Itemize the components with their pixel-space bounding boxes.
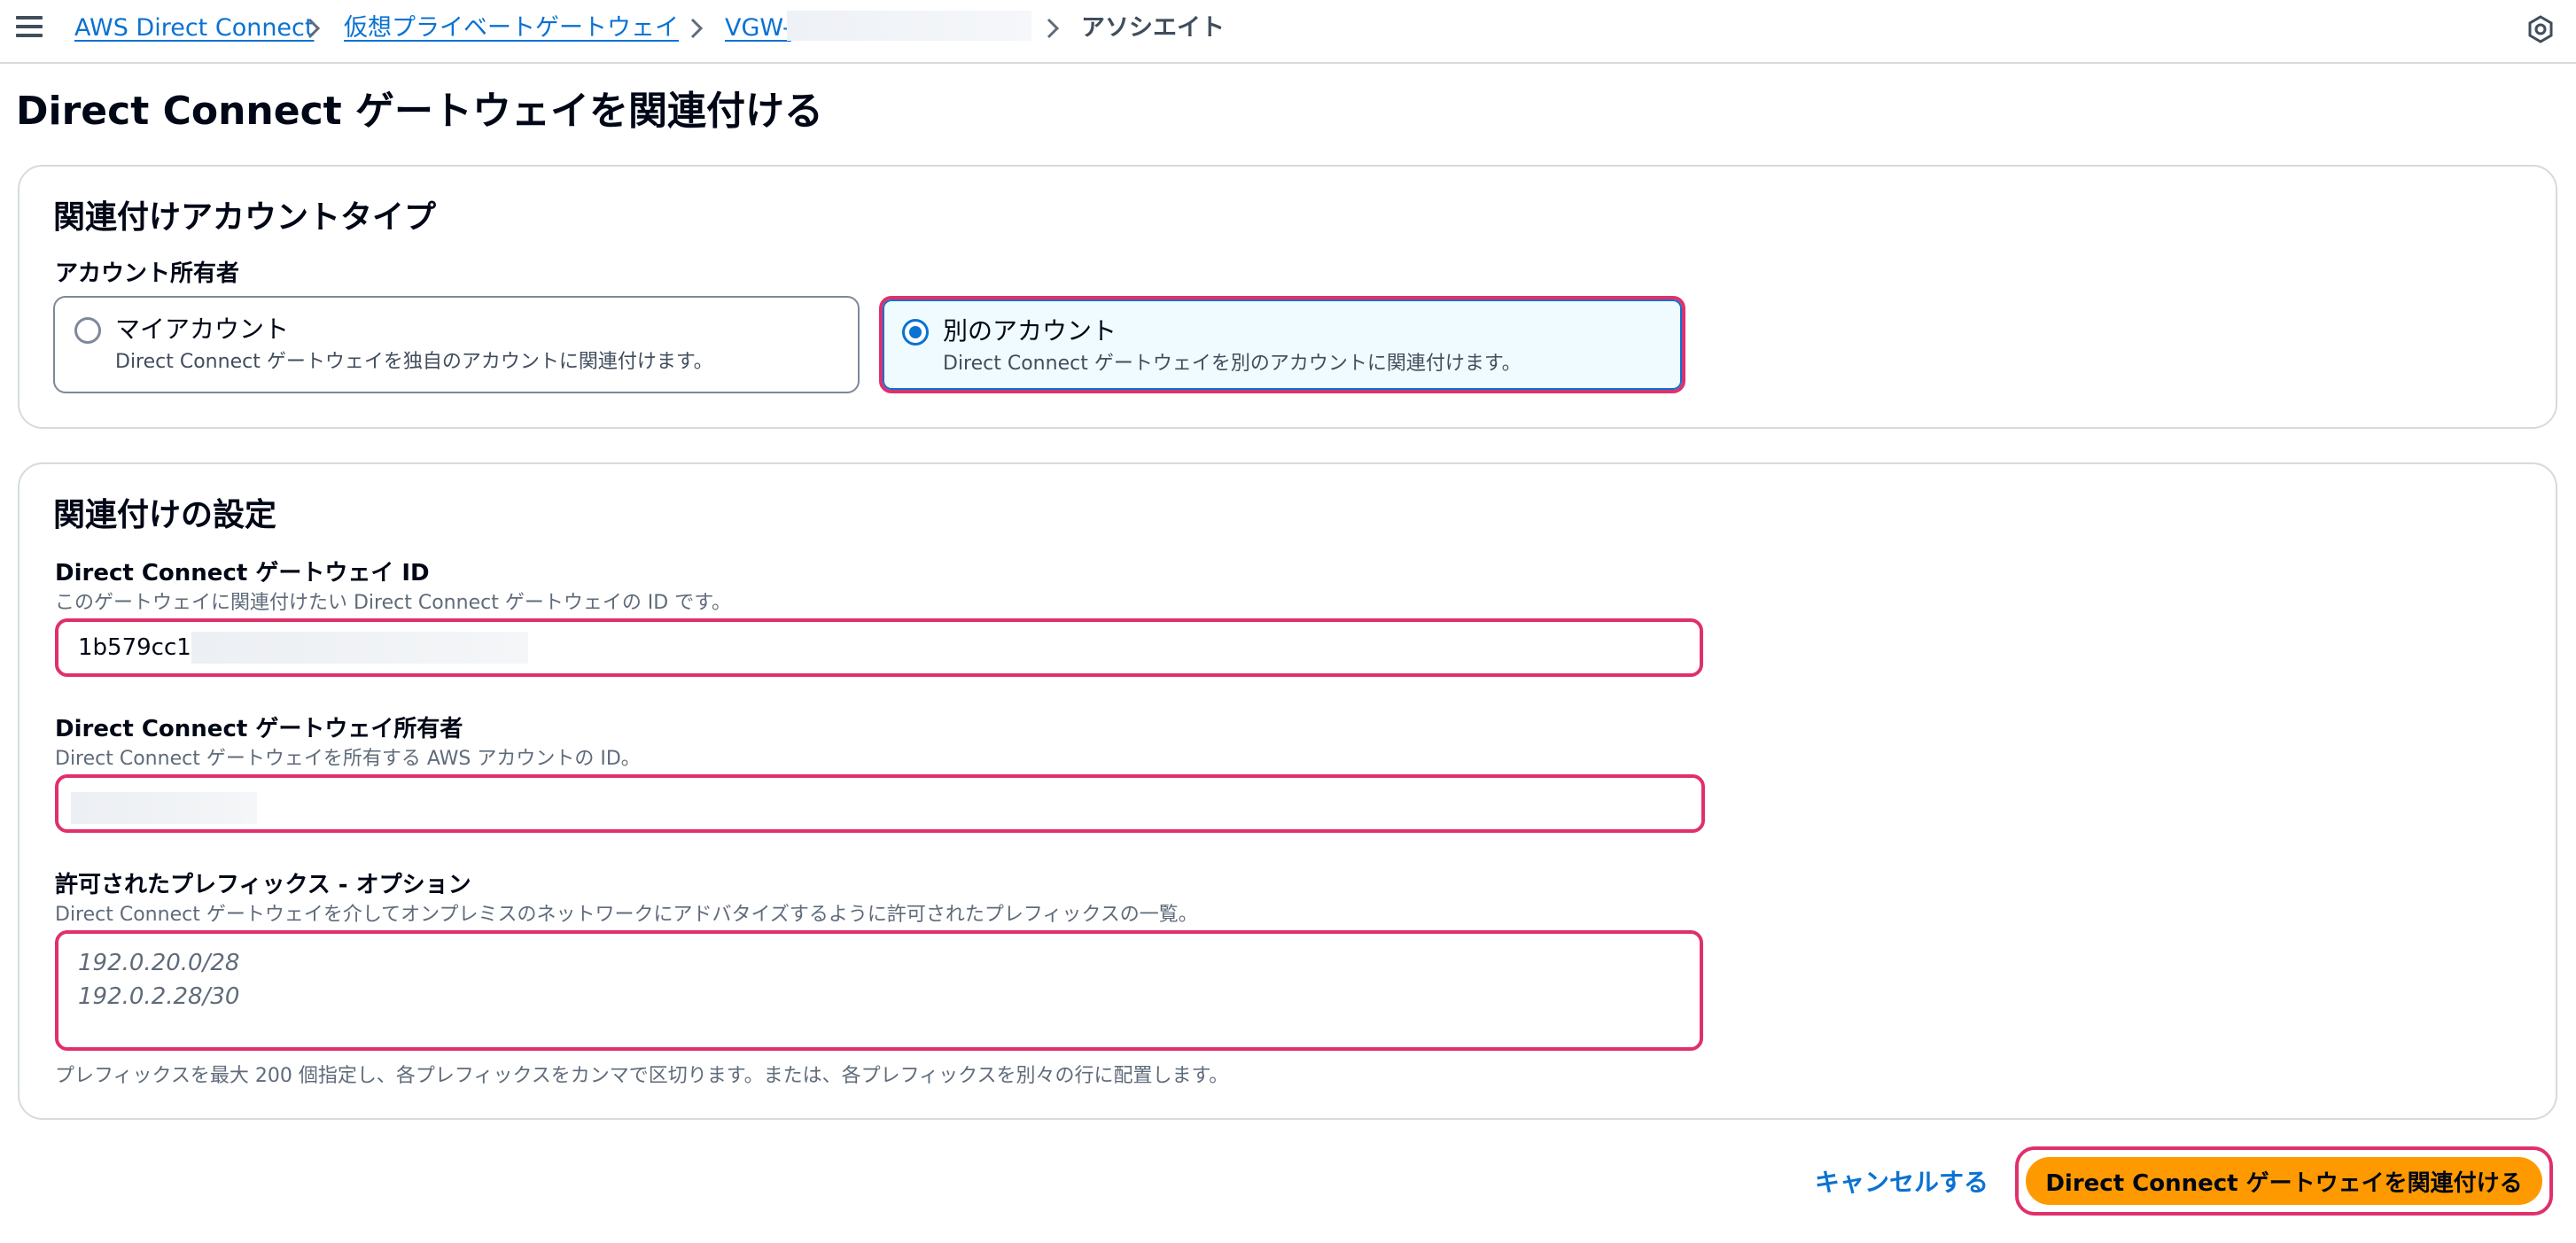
gateway-owner-description: Direct Connect ゲートウェイを所有する AWS アカウントの ID… — [55, 748, 641, 770]
prefixes-field[interactable] — [55, 930, 1703, 1051]
breadcrumb-direct-connect[interactable]: AWS Direct Connect — [74, 12, 314, 44]
chevron-right-icon — [690, 18, 704, 39]
cancel-button[interactable]: キャンセルする — [1815, 1163, 1988, 1199]
redacted-region — [71, 792, 257, 824]
gateway-owner-field[interactable] — [55, 774, 1705, 833]
account-type-card: 関連付けアカウントタイプ アカウント所有者 マイアカウント Direct Con… — [18, 165, 2557, 429]
account-type-heading: 関連付けアカウントタイプ — [53, 199, 437, 236]
breadcrumb-current: アソシエイト — [1081, 14, 1225, 42]
association-settings-heading: 関連付けの設定 — [53, 497, 277, 533]
radio-option-title: マイアカウント — [115, 315, 290, 344]
chevron-right-icon — [1047, 18, 1060, 39]
submit-button-highlight: Direct Connect ゲートウェイを関連付ける — [2015, 1146, 2553, 1216]
redacted-region — [787, 11, 1031, 41]
gateway-id-field[interactable] — [55, 618, 1703, 677]
gateway-id-label: Direct Connect ゲートウェイ ID — [55, 560, 430, 587]
association-settings-card: 関連付けの設定 Direct Connect ゲートウェイ ID このゲートウェ… — [18, 462, 2557, 1120]
radio-my-account[interactable]: マイアカウント Direct Connect ゲートウェイを独自のアカウントに関… — [53, 296, 860, 393]
prefixes-textarea[interactable] — [66, 937, 1693, 1044]
prefixes-hint: プレフィックスを最大 200 個指定し、各プレフィックスをカンマで区切ります。ま… — [55, 1065, 1229, 1087]
prefixes-description: Direct Connect ゲートウェイを介してオンプレミスのネットワークにア… — [55, 904, 1198, 926]
settings-icon[interactable] — [2525, 14, 2556, 44]
gateway-owner-input[interactable] — [66, 781, 1694, 826]
page-title: Direct Connect ゲートウェイを関連付ける — [16, 89, 824, 134]
radio-button[interactable] — [74, 317, 101, 344]
associate-gateway-button[interactable]: Direct Connect ゲートウェイを関連付ける — [2026, 1157, 2542, 1205]
redacted-region — [191, 632, 528, 664]
menu-icon[interactable] — [16, 16, 43, 37]
account-owner-label: アカウント所有者 — [55, 260, 240, 287]
radio-another-account[interactable]: 別のアカウント Direct Connect ゲートウェイを別のアカウントに関連… — [879, 296, 1685, 393]
chevron-right-icon — [307, 18, 321, 39]
gateway-id-description: このゲートウェイに関連付けたい Direct Connect ゲートウェイの I… — [55, 592, 732, 614]
top-navigation-bar: AWS Direct Connect 仮想プライベートゲートウェイ VGW- ア… — [0, 0, 2576, 64]
radio-option-title: 別のアカウント — [943, 316, 1117, 346]
radio-option-description: Direct Connect ゲートウェイを別のアカウントに関連付けます。 — [943, 353, 1521, 375]
gateway-owner-label: Direct Connect ゲートウェイ所有者 — [55, 716, 463, 742]
breadcrumb-virtual-private-gateways[interactable]: 仮想プライベートゲートウェイ — [344, 12, 679, 44]
radio-button-selected[interactable] — [902, 319, 929, 346]
prefixes-label: 許可されたプレフィックス - オプション — [55, 872, 471, 898]
radio-option-description: Direct Connect ゲートウェイを独自のアカウントに関連付けます。 — [115, 351, 713, 373]
